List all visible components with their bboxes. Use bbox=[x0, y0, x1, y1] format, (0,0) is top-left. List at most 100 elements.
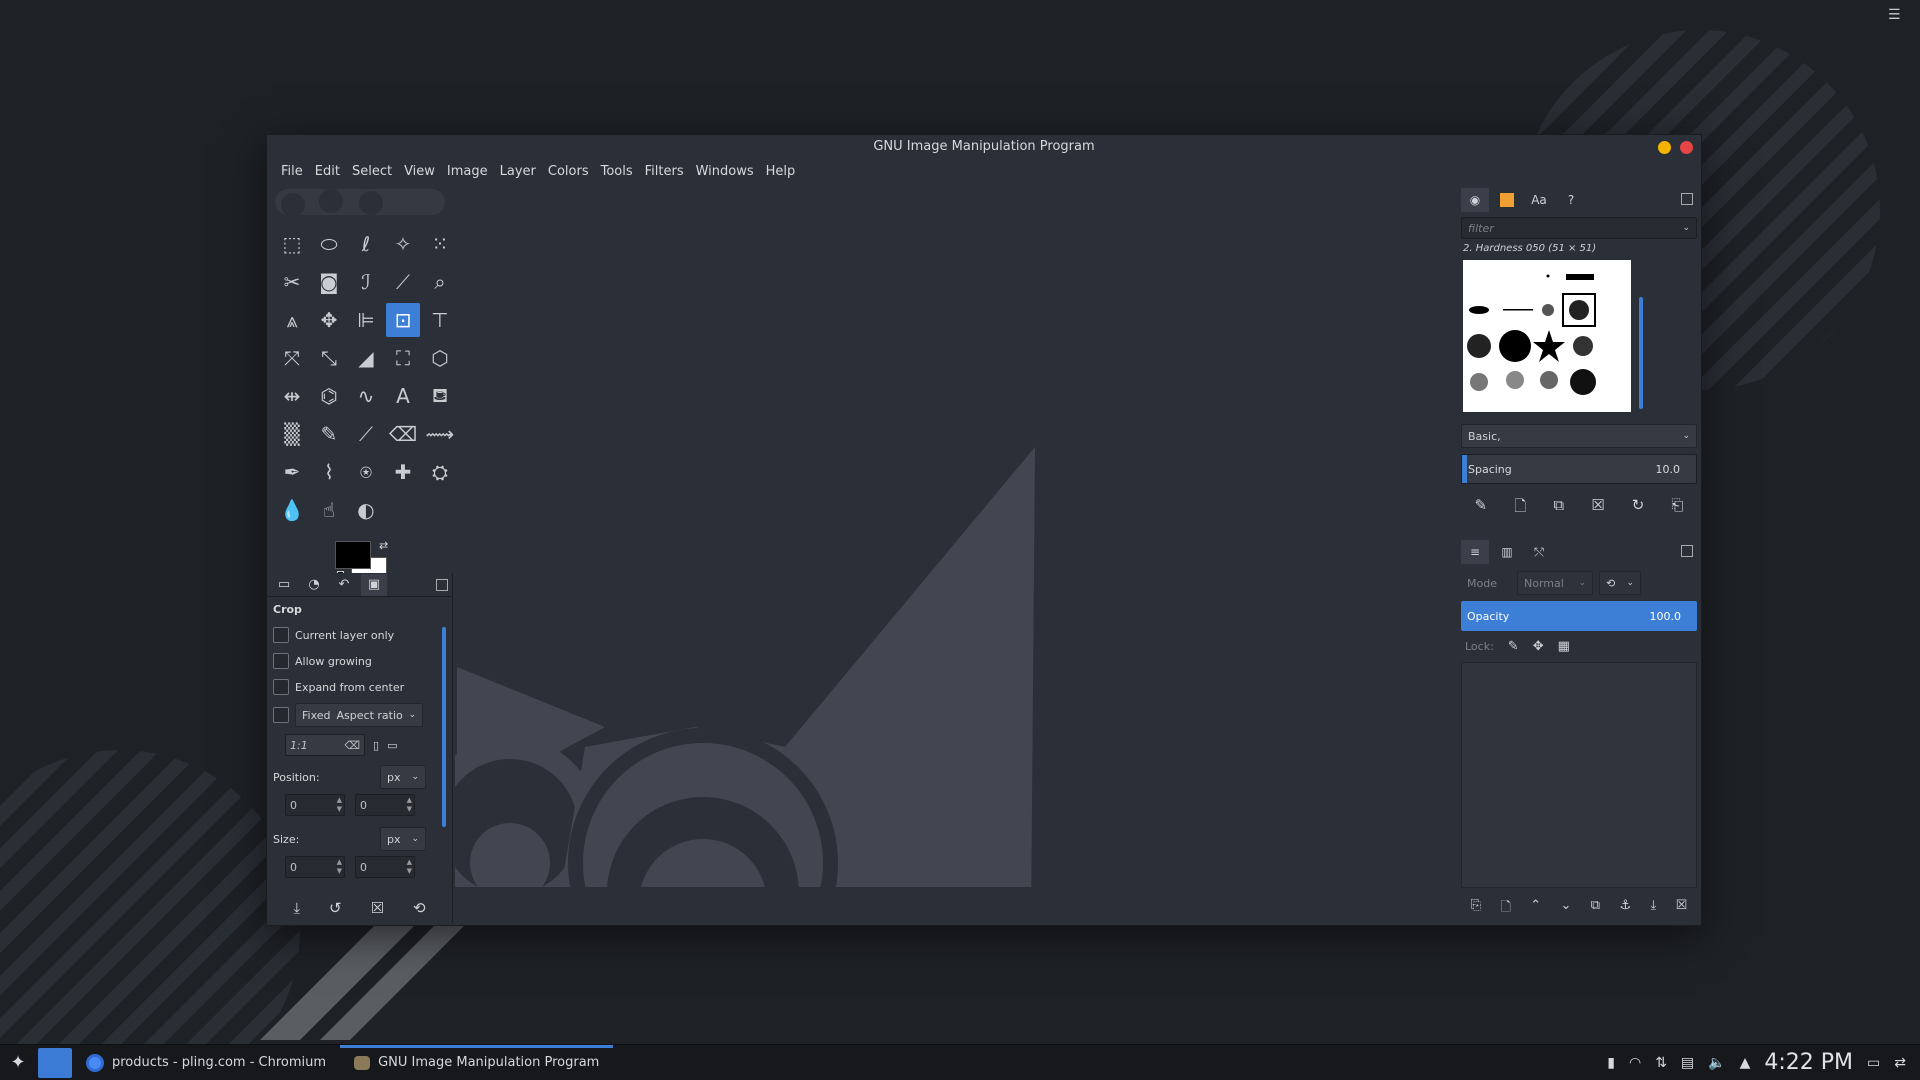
swap-colors-icon[interactable]: ⇄ bbox=[379, 539, 388, 552]
dock-menu-icon[interactable] bbox=[1681, 193, 1693, 205]
lower-layer-icon[interactable]: ⌄ bbox=[1561, 898, 1572, 920]
close-button[interactable] bbox=[1680, 141, 1693, 154]
paintbrush-icon[interactable]: ⟋ bbox=[349, 417, 383, 451]
smudge-icon[interactable]: ☝ bbox=[312, 493, 346, 527]
raise-layer-icon[interactable]: ⌃ bbox=[1530, 898, 1541, 920]
eraser-icon[interactable]: ⌫ bbox=[386, 417, 420, 451]
merge-layer-icon[interactable]: ⤓ bbox=[1650, 898, 1656, 920]
fixed-mode-select[interactable]: Fixed Aspect ratio ⌄ bbox=[295, 703, 423, 727]
foreground-color-swatch[interactable] bbox=[335, 541, 371, 569]
new-layer-group-icon[interactable]: ⎘ bbox=[1471, 898, 1481, 920]
crop-icon[interactable]: ⊡ bbox=[386, 303, 420, 337]
fuzzy-select-icon[interactable]: ✧ bbox=[386, 227, 420, 261]
paths-tab-icon[interactable]: ⤲ bbox=[1525, 540, 1553, 564]
spacing-slider[interactable]: Spacing 10.0 bbox=[1461, 454, 1697, 484]
current-layer-only-checkbox[interactable] bbox=[273, 627, 289, 643]
align-icon[interactable]: ⊫ bbox=[349, 303, 383, 337]
scale-icon[interactable]: ⤡ bbox=[312, 341, 346, 375]
ratio-input[interactable]: 1:1 ⌫ bbox=[285, 734, 365, 756]
battery-icon[interactable]: ▮ bbox=[1607, 1055, 1615, 1071]
free-select-icon[interactable]: ℓ bbox=[349, 227, 383, 261]
desktop-menu-icon[interactable]: ☰ bbox=[1888, 8, 1906, 22]
tool-options-tab-icon[interactable]: ▭ bbox=[271, 574, 297, 596]
canvas-area[interactable] bbox=[455, 187, 1455, 923]
fonts-tab-icon[interactable]: Aa bbox=[1525, 188, 1553, 212]
layer-mode-select[interactable]: Normal ⌄ bbox=[1516, 571, 1593, 595]
bucket-fill-icon[interactable]: ⛾ bbox=[423, 379, 457, 413]
volume-icon[interactable]: 🔈 bbox=[1708, 1055, 1725, 1071]
dodge-burn-icon[interactable]: ◐ bbox=[349, 493, 383, 527]
show-desktop-icon[interactable]: ▭ bbox=[1867, 1055, 1880, 1071]
position-unit-select[interactable]: px ⌄ bbox=[380, 765, 426, 789]
expand-from-center-checkbox[interactable] bbox=[273, 679, 289, 695]
clipboard-icon[interactable]: ▤ bbox=[1681, 1055, 1694, 1071]
warp-icon[interactable]: ∿ bbox=[349, 379, 383, 413]
images-tab-icon[interactable]: ▣ bbox=[361, 573, 387, 596]
undo-history-tab-icon[interactable]: ↶ bbox=[331, 574, 357, 596]
clear-icon[interactable]: ⌫ bbox=[344, 739, 360, 752]
open-brush-icon[interactable]: ⎗ bbox=[1671, 496, 1683, 521]
unified-transform-icon[interactable]: ⊤ bbox=[423, 303, 457, 337]
fixed-checkbox[interactable] bbox=[273, 707, 289, 723]
layers-list[interactable] bbox=[1461, 662, 1697, 888]
brush-grid[interactable] bbox=[1463, 260, 1631, 412]
dock-menu-icon[interactable] bbox=[436, 579, 448, 591]
opacity-slider[interactable]: Opacity 100.0 bbox=[1461, 601, 1697, 631]
menu-filters[interactable]: Filters bbox=[639, 159, 690, 185]
brushes-tab-icon[interactable]: ◉ bbox=[1461, 188, 1489, 212]
menu-view[interactable]: View bbox=[398, 159, 441, 185]
menu-layer[interactable]: Layer bbox=[494, 159, 542, 185]
new-brush-icon[interactable]: 🗋 bbox=[1514, 496, 1526, 521]
app-launcher-icon[interactable]: ✦ bbox=[0, 1045, 36, 1080]
task-chromium[interactable]: products - pling.com - Chromium bbox=[72, 1045, 340, 1080]
new-layer-icon[interactable]: 🗋 bbox=[1500, 898, 1510, 920]
rect-select-icon[interactable]: ⬚ bbox=[275, 227, 309, 261]
layers-tab-icon[interactable]: ≡ bbox=[1461, 540, 1489, 564]
shear-icon[interactable]: ◢ bbox=[349, 341, 383, 375]
airbrush-icon[interactable]: ⟿ bbox=[423, 417, 457, 451]
patterns-tab-icon[interactable] bbox=[1493, 188, 1521, 212]
flip-icon[interactable]: ⇹ bbox=[275, 379, 309, 413]
help-tab-icon[interactable]: ? bbox=[1557, 188, 1585, 212]
warp-transform-icon[interactable]: ⤧ bbox=[275, 341, 309, 375]
duplicate-layer-icon[interactable]: ⧉ bbox=[1591, 898, 1600, 920]
lock-position-icon[interactable]: ✥ bbox=[1533, 639, 1544, 654]
perspective-clone-icon[interactable]: ⛭ bbox=[423, 455, 457, 489]
size-unit-select[interactable]: px ⌄ bbox=[380, 827, 426, 851]
allow-growing-checkbox[interactable] bbox=[273, 653, 289, 669]
position-y-input[interactable]: 0 ▲ ▼ bbox=[355, 794, 415, 816]
lock-alpha-icon[interactable]: ▦ bbox=[1558, 639, 1570, 654]
paths-icon[interactable]: ℐ bbox=[349, 265, 383, 299]
menu-image[interactable]: Image bbox=[441, 159, 494, 185]
menu-file[interactable]: File bbox=[275, 159, 309, 185]
move-icon[interactable]: ✥ bbox=[312, 303, 346, 337]
select-by-color-icon[interactable]: ⁙ bbox=[423, 227, 457, 261]
wilber-drag-strip[interactable] bbox=[275, 187, 451, 217]
landscape-icon[interactable]: ▭ bbox=[387, 739, 397, 752]
ellipse-select-icon[interactable]: ⬭ bbox=[312, 227, 346, 261]
file-manager-icon[interactable] bbox=[38, 1047, 72, 1078]
size-w-input[interactable]: 0 ▲ ▼ bbox=[285, 856, 345, 878]
clone-icon[interactable]: ⍟ bbox=[349, 455, 383, 489]
tool-options-scrollbar[interactable] bbox=[442, 627, 446, 827]
composite-mode-select[interactable]: ⟲ ⌄ bbox=[1598, 571, 1641, 595]
minimize-button[interactable] bbox=[1658, 141, 1671, 154]
menu-tools[interactable]: Tools bbox=[595, 159, 639, 185]
clock[interactable]: 4:22 PM bbox=[1764, 1050, 1853, 1075]
menu-windows[interactable]: Windows bbox=[690, 159, 760, 185]
wifi-icon[interactable]: ◠ bbox=[1629, 1055, 1641, 1071]
network-icon[interactable]: ⇅ bbox=[1655, 1055, 1667, 1071]
pencil-icon[interactable]: ✎ bbox=[312, 417, 346, 451]
edit-brush-icon[interactable]: ✎ bbox=[1475, 496, 1488, 521]
menu-help[interactable]: Help bbox=[760, 159, 802, 185]
gradient-icon[interactable]: ▒ bbox=[275, 417, 309, 451]
measure-icon[interactable]: ⩓ bbox=[275, 303, 309, 337]
3d-transform-icon[interactable]: ⬡ bbox=[423, 341, 457, 375]
dock-menu-icon[interactable] bbox=[1681, 545, 1693, 557]
refresh-brushes-icon[interactable]: ↻ bbox=[1632, 496, 1645, 521]
brush-filter-input[interactable]: filter ⌄ bbox=[1461, 217, 1697, 239]
task-gimp[interactable]: GNU Image Manipulation Program bbox=[340, 1044, 614, 1080]
lock-pixels-icon[interactable]: ✎ bbox=[1508, 639, 1519, 654]
menu-colors[interactable]: Colors bbox=[542, 159, 595, 185]
brush-preset-select[interactable]: Basic, ⌄ bbox=[1461, 424, 1697, 448]
